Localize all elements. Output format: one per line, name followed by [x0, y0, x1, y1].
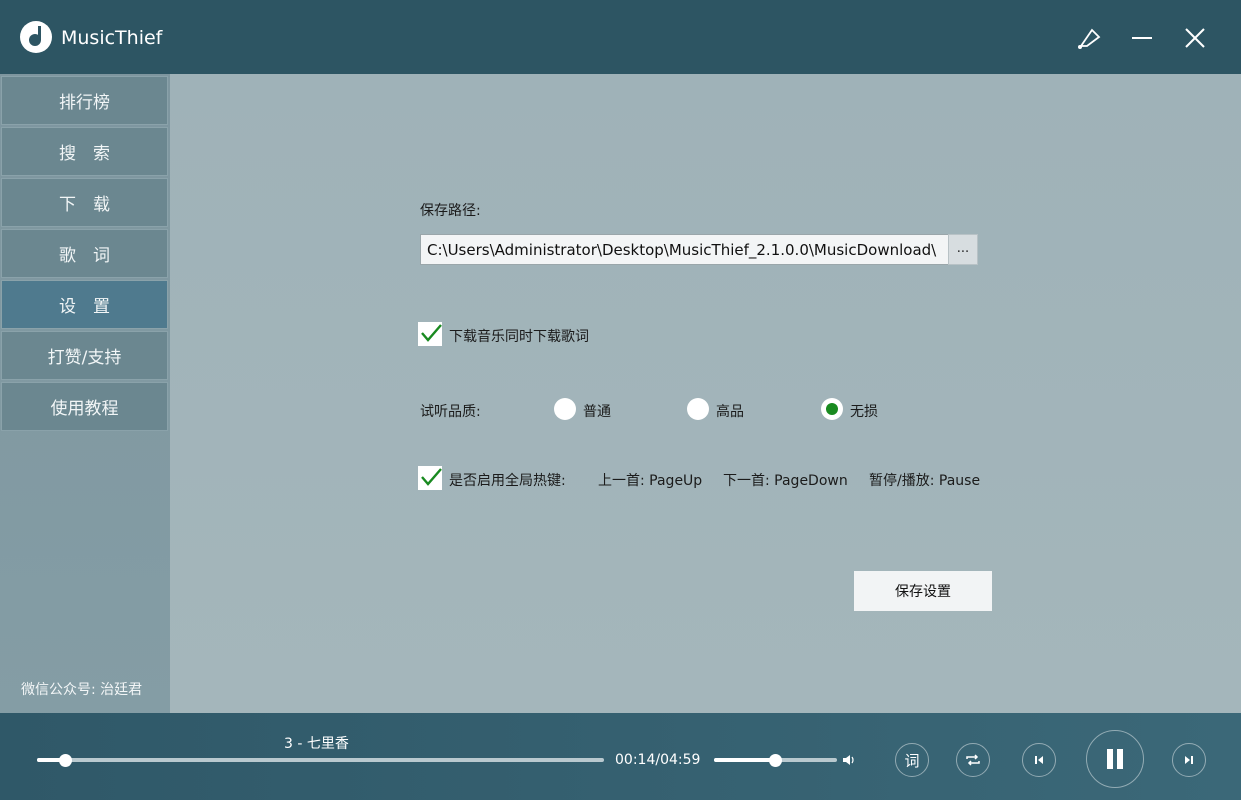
repeat-button[interactable]	[956, 743, 990, 777]
progress-handle[interactable]	[58, 753, 72, 767]
music-note-logo-icon	[20, 21, 52, 53]
volume-fill	[714, 758, 776, 762]
checkmark-icon	[421, 468, 442, 486]
close-icon[interactable]	[1181, 24, 1209, 52]
quality-option-lossless: 无损	[850, 404, 878, 420]
song-title: 3 - 七里香	[284, 736, 349, 752]
next-icon	[1185, 756, 1193, 764]
sidebar-item-lyrics[interactable]: 歌 词	[1, 229, 168, 278]
checkmark-icon	[421, 324, 442, 342]
sidebar-item-donate[interactable]: 打赞/支持	[1, 331, 168, 380]
hotkey-checkbox-label: 是否启用全局热键:	[449, 473, 566, 489]
sidebar-item-charts[interactable]: 排行榜	[1, 76, 168, 125]
sidebar-item-download[interactable]: 下 载	[1, 178, 168, 227]
quality-option-high: 高品	[716, 404, 744, 420]
hotkey-prev-text: 上一首: PageUp	[598, 473, 703, 489]
lyrics-button[interactable]: 词	[895, 743, 929, 777]
pause-button[interactable]	[1086, 730, 1144, 788]
time-display: 00:14/04:59	[615, 752, 701, 768]
sidebar-item-settings[interactable]: 设 置	[1, 280, 168, 329]
minimize-icon[interactable]	[1128, 24, 1156, 52]
wechat-account-text: 微信公众号: 治廷君	[21, 682, 143, 698]
quality-option-normal: 普通	[583, 404, 611, 420]
quality-label: 试听品质:	[420, 404, 481, 420]
lyrics-checkbox[interactable]	[418, 322, 442, 346]
repeat-icon	[966, 754, 980, 766]
sidebar-item-search[interactable]: 搜 索	[1, 127, 168, 176]
save-path-label: 保存路径:	[420, 203, 481, 219]
quality-radio-lossless[interactable]	[821, 398, 843, 420]
next-button[interactable]	[1172, 743, 1206, 777]
hotkey-pause-text: 暂停/播放: Pause	[869, 473, 981, 489]
app-title: MusicThief	[61, 27, 163, 49]
title-bar: MusicThief	[0, 0, 1241, 74]
settings-panel: 保存路径: ... 下载音乐同时下载歌词 试听品质: 普通 高品 无损 是否启用…	[170, 74, 1241, 713]
sidebar-item-tutorial[interactable]: 使用教程	[1, 382, 168, 431]
previous-button[interactable]	[1022, 743, 1056, 777]
sidebar: 排行榜 搜 索 下 载 歌 词 设 置 打赞/支持 使用教程 微信公众号: 治廷…	[0, 74, 170, 713]
progress-slider[interactable]	[37, 753, 604, 767]
volume-icon[interactable]	[842, 753, 856, 767]
quality-radio-high[interactable]	[687, 398, 709, 420]
skin-icon[interactable]	[1075, 24, 1103, 52]
browse-button[interactable]: ...	[948, 234, 978, 265]
save-path-input[interactable]	[420, 234, 949, 265]
pause-icon	[1107, 749, 1123, 769]
previous-icon	[1035, 756, 1043, 764]
lyrics-checkbox-label: 下载音乐同时下载歌词	[449, 329, 589, 345]
hotkey-checkbox[interactable]	[418, 466, 442, 490]
quality-radio-normal[interactable]	[554, 398, 576, 420]
player-bar: 3 - 七里香 00:14/04:59 词	[0, 713, 1241, 800]
save-settings-button[interactable]: 保存设置	[854, 571, 992, 611]
volume-slider[interactable]	[714, 753, 837, 767]
hotkey-next-text: 下一首: PageDown	[723, 473, 848, 489]
volume-handle[interactable]	[769, 753, 782, 767]
